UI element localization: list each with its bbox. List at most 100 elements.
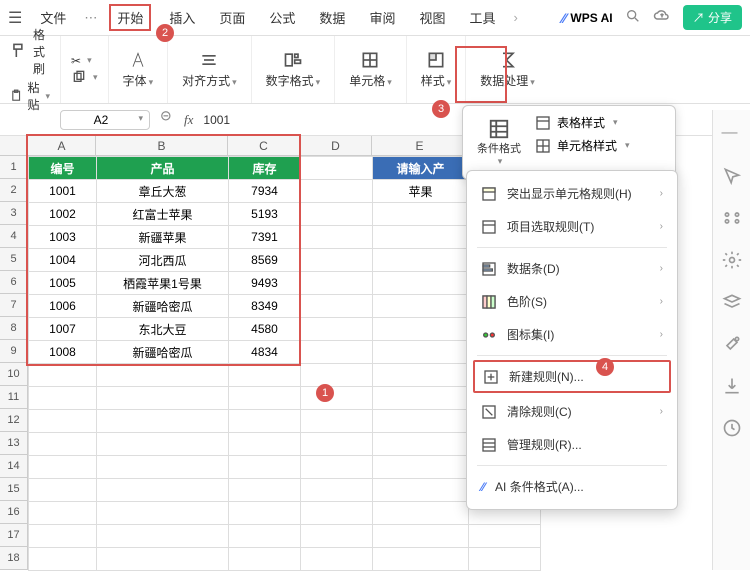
cell[interactable] (301, 433, 373, 456)
cell[interactable] (301, 272, 373, 295)
cell[interactable] (301, 548, 373, 571)
cell[interactable] (301, 479, 373, 502)
menu-page[interactable]: 页面 (213, 4, 251, 31)
cell[interactable]: 1003 (29, 226, 97, 249)
cell[interactable]: 1007 (29, 318, 97, 341)
menu-tool[interactable]: 工具 (463, 4, 501, 31)
menu-ai-conditional[interactable]: ⁄⁄ AI 条件格式(A)... (467, 470, 677, 503)
cell[interactable] (29, 410, 97, 433)
cell[interactable] (29, 456, 97, 479)
cell[interactable]: 5193 (229, 203, 301, 226)
data-processing-dropdown[interactable]: 数据处理▾ (466, 36, 549, 103)
row-header[interactable]: 5 (0, 248, 28, 271)
menu-review[interactable]: 审阅 (363, 4, 401, 31)
cell[interactable] (97, 387, 229, 410)
cell[interactable]: 河北西瓜 (97, 249, 229, 272)
cell[interactable] (373, 341, 469, 364)
cell[interactable]: 请输入产 (373, 157, 469, 180)
cell[interactable] (97, 456, 229, 479)
cell[interactable]: 8349 (229, 295, 301, 318)
cell[interactable]: 1004 (29, 249, 97, 272)
cloud-upload-icon[interactable] (653, 7, 671, 28)
menu-new-rule[interactable]: 新建规则(N)... (473, 360, 671, 393)
cell[interactable] (29, 502, 97, 525)
cell[interactable] (29, 548, 97, 571)
cell[interactable]: 1008 (29, 341, 97, 364)
cell[interactable] (301, 387, 373, 410)
cell[interactable] (229, 479, 301, 502)
wps-ai-button[interactable]: ⁄⁄WPS AI (562, 10, 613, 26)
menu-formula[interactable]: 公式 (263, 4, 301, 31)
cell[interactable] (29, 387, 97, 410)
name-box[interactable]: A2▾ (60, 110, 150, 130)
cell[interactable]: 新疆苹果 (97, 226, 229, 249)
conditional-format-button[interactable]: 条件格式▾ (471, 114, 527, 171)
cell[interactable] (29, 479, 97, 502)
cell[interactable] (373, 295, 469, 318)
menu-start[interactable]: 开始 (109, 4, 151, 31)
fx-icon[interactable]: fx (184, 112, 193, 128)
cell[interactable] (469, 525, 541, 548)
cell[interactable]: 编号 (29, 157, 97, 180)
cell[interactable] (373, 479, 469, 502)
column-header[interactable]: E (372, 136, 468, 156)
cell[interactable] (97, 479, 229, 502)
cell[interactable]: 1005 (29, 272, 97, 295)
cell[interactable]: 4834 (229, 341, 301, 364)
menu-data[interactable]: 数据 (313, 4, 351, 31)
cell[interactable] (229, 410, 301, 433)
row-header[interactable]: 18 (0, 547, 28, 570)
cell[interactable] (301, 341, 373, 364)
cell[interactable] (29, 364, 97, 387)
cell[interactable]: 章丘大葱 (97, 180, 229, 203)
cell[interactable] (229, 548, 301, 571)
cell[interactable] (373, 272, 469, 295)
row-header[interactable]: 1 (0, 156, 28, 179)
cell[interactable]: 4580 (229, 318, 301, 341)
row-header[interactable]: 13 (0, 432, 28, 455)
row-header[interactable]: 15 (0, 478, 28, 501)
search-icon[interactable] (625, 8, 641, 27)
row-header[interactable]: 7 (0, 294, 28, 317)
menu-clear-rules[interactable]: 清除规则(C)› (467, 395, 677, 428)
cell[interactable]: 新疆哈密瓜 (97, 341, 229, 364)
cell[interactable] (373, 410, 469, 433)
cell[interactable] (469, 548, 541, 571)
row-header[interactable]: 2 (0, 179, 28, 202)
cell[interactable]: 库存 (229, 157, 301, 180)
cell[interactable] (373, 226, 469, 249)
column-header[interactable]: C (228, 136, 300, 156)
cell[interactable] (301, 226, 373, 249)
rail-cursor-icon[interactable] (722, 166, 742, 186)
menu-highlight-rules[interactable]: 突出显示单元格规则(H)› (467, 177, 677, 210)
cell[interactable] (229, 387, 301, 410)
cell[interactable] (373, 318, 469, 341)
cell[interactable]: 1001 (29, 180, 97, 203)
cell[interactable] (301, 525, 373, 548)
cell[interactable] (301, 157, 373, 180)
cell[interactable] (301, 364, 373, 387)
cell[interactable] (373, 387, 469, 410)
rail-download-icon[interactable] (722, 376, 742, 396)
cell[interactable] (229, 433, 301, 456)
cell[interactable]: 7934 (229, 180, 301, 203)
menu-view[interactable]: 视图 (413, 4, 451, 31)
formula-value[interactable]: 1001 (203, 113, 230, 127)
cell[interactable] (373, 525, 469, 548)
align-dropdown[interactable]: 对齐方式▾ (168, 36, 252, 103)
column-header[interactable]: B (96, 136, 228, 156)
cell[interactable] (373, 502, 469, 525)
cell[interactable] (97, 502, 229, 525)
cell[interactable]: 产品 (97, 157, 229, 180)
cell[interactable] (301, 180, 373, 203)
cell[interactable] (301, 318, 373, 341)
menu-data-bars[interactable]: 数据条(D)› (467, 252, 677, 285)
cell[interactable] (97, 548, 229, 571)
row-header[interactable]: 3 (0, 202, 28, 225)
cut-button[interactable]: ✂▾ (71, 54, 98, 68)
font-dropdown[interactable]: 字体▾ (109, 36, 169, 103)
cell[interactable] (373, 456, 469, 479)
row-header[interactable]: 9 (0, 340, 28, 363)
cell[interactable] (97, 525, 229, 548)
select-all-corner[interactable] (0, 136, 28, 156)
